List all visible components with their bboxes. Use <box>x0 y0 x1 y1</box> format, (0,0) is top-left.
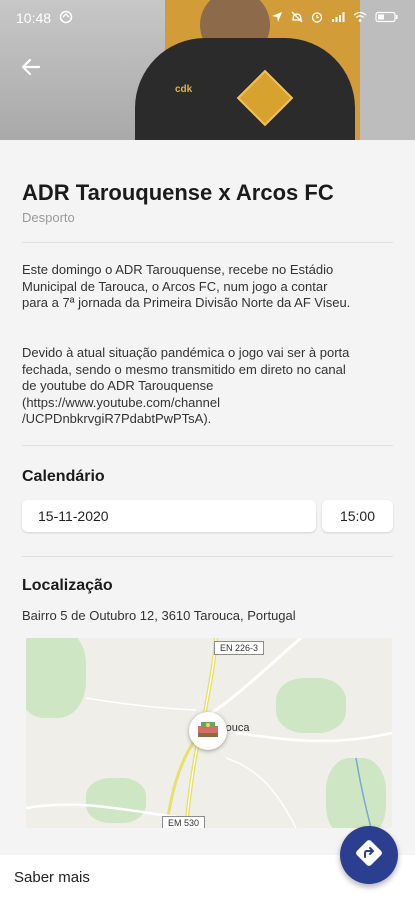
alarm-icon <box>311 11 323 26</box>
navigation-icon <box>271 11 283 26</box>
divider <box>22 242 393 243</box>
mute-icon <box>291 11 303 26</box>
arrow-left-icon <box>20 56 42 83</box>
divider <box>22 445 393 446</box>
divider <box>22 556 393 557</box>
stadium-icon <box>195 718 221 745</box>
description-line: de youtube do ADR Tarouquense <box>22 378 214 393</box>
event-address: Bairro 5 de Outubro 12, 3610 Tarouca, Po… <box>22 608 296 623</box>
event-date: 15-11-2020 <box>38 508 109 524</box>
description-line: (https://www.youtube.com/channel <box>22 394 220 410</box>
event-description-paragraph-2: Devido à atual situação pandémica o jogo… <box>22 345 395 428</box>
description-line: /UCPDnbkrvgiR7PdabtPwPTsA). <box>22 411 212 426</box>
event-title: ADR Tarouquense x Arcos FC <box>22 180 334 205</box>
event-date-field[interactable]: 15-11-2020 <box>22 500 316 532</box>
event-description-paragraph-1: Este domingo o ADR Tarouquense, recebe n… <box>22 262 395 312</box>
calendar-heading: Calendário <box>22 468 105 485</box>
description-line: fechada, sendo o mesmo transmitido em di… <box>22 361 346 377</box>
back-button[interactable] <box>14 52 48 86</box>
description-line: para a 7ª jornada da Primeira Divisão No… <box>22 295 351 310</box>
hero-sponsor-logo: cdk <box>175 84 193 95</box>
location-map[interactable]: EN 226-3 EM 530 rouca <box>26 638 392 828</box>
wifi-icon <box>353 11 367 26</box>
description-line: Municipal de Tarouca, o Arcos FC, num jo… <box>22 278 328 294</box>
saber-mais-link[interactable]: Saber mais <box>14 869 90 886</box>
status-time: 10:48 <box>16 10 52 26</box>
description-line: Devido à atual situação pandémica o jogo… <box>22 345 350 360</box>
event-time: 15:00 <box>339 508 376 524</box>
status-bar: 10:48 <box>0 0 415 36</box>
event-category: Desporto <box>22 210 75 225</box>
directions-button[interactable] <box>340 826 398 884</box>
event-details: ADR Tarouquense x Arcos FC Desporto Este… <box>0 140 415 855</box>
signal-icon <box>331 11 345 26</box>
directions-icon <box>355 839 383 872</box>
map-road-label: EN 226-3 <box>214 641 265 655</box>
map-road-label: EM 530 <box>162 816 206 828</box>
event-time-field[interactable]: 15:00 <box>322 500 393 532</box>
location-heading: Localização <box>22 577 113 594</box>
battery-icon <box>375 11 399 26</box>
sync-icon <box>59 10 73 27</box>
map-location-pin[interactable] <box>189 712 227 750</box>
description-line: Este domingo o ADR Tarouquense, recebe n… <box>22 262 334 277</box>
